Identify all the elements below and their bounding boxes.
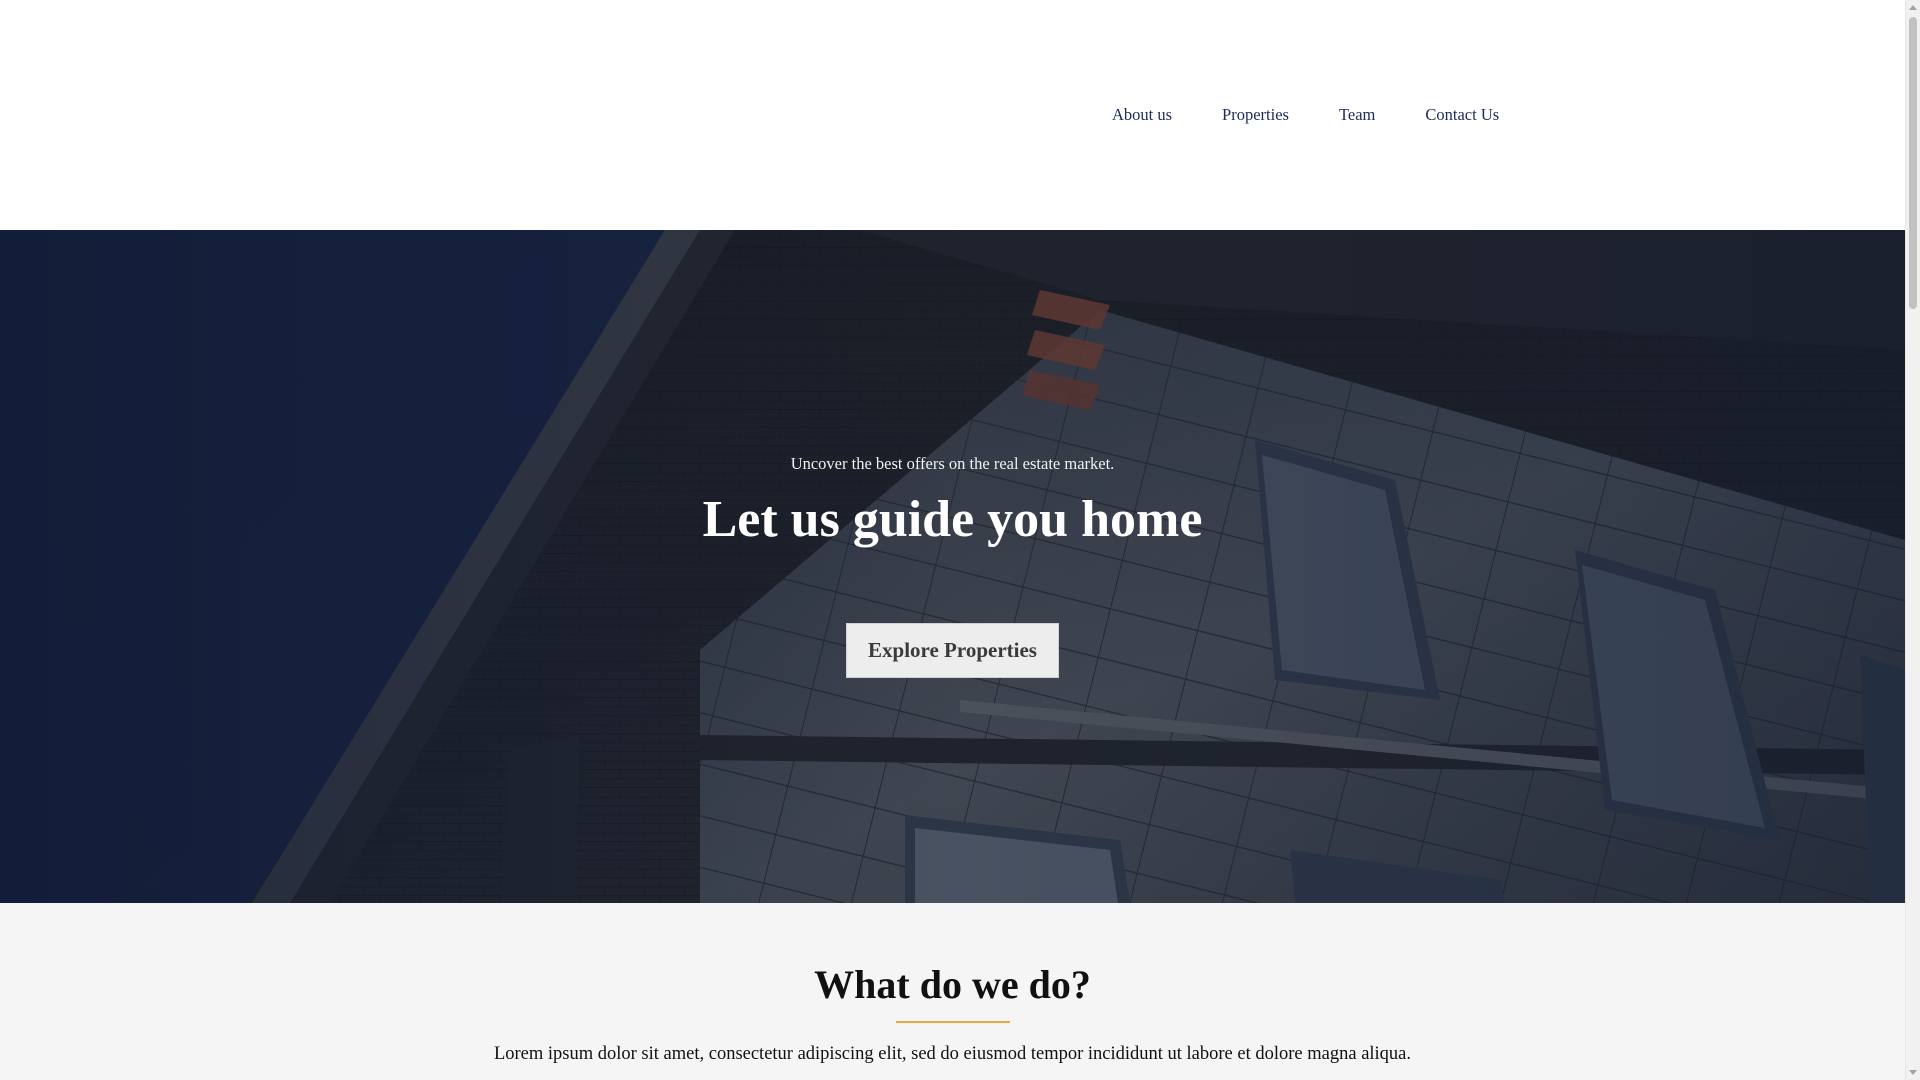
section-title: What do we do? [814, 962, 1091, 1007]
section-divider [896, 1021, 1010, 1023]
main-nav: About us Properties Team Contact Us [1087, 100, 1524, 130]
nav-link-properties[interactable]: Properties [1197, 100, 1314, 130]
viewport: About us Properties Team Contact Us Unco… [0, 0, 1905, 1080]
page: About us Properties Team Contact Us Unco… [0, 0, 1920, 1080]
hero-section: Uncover the best offers on the real esta… [0, 230, 1905, 903]
vertical-scrollbar[interactable] [1905, 0, 1920, 1080]
nav-link-team[interactable]: Team [1314, 100, 1400, 130]
scrollbar-thumb[interactable] [1909, 17, 1917, 309]
nav-link-about-us[interactable]: About us [1087, 100, 1197, 130]
nav-link-contact-us[interactable]: Contact Us [1400, 100, 1524, 130]
explore-properties-button[interactable]: Explore Properties [846, 623, 1059, 678]
section-text: Lorem ipsum dolor sit amet, consectetur … [493, 1044, 1412, 1064]
scroll-down-icon[interactable] [1909, 1070, 1917, 1075]
site-header: About us Properties Team Contact Us [0, 0, 1905, 230]
what-we-do-section: What do we do? Lorem ipsum dolor sit ame… [0, 903, 1905, 1080]
hero-title: Let us guide you home [702, 491, 1203, 548]
scroll-up-icon[interactable] [1909, 5, 1917, 10]
hero-content: Uncover the best offers on the real esta… [0, 230, 1905, 903]
hero-tagline: Uncover the best offers on the real esta… [790, 454, 1115, 473]
